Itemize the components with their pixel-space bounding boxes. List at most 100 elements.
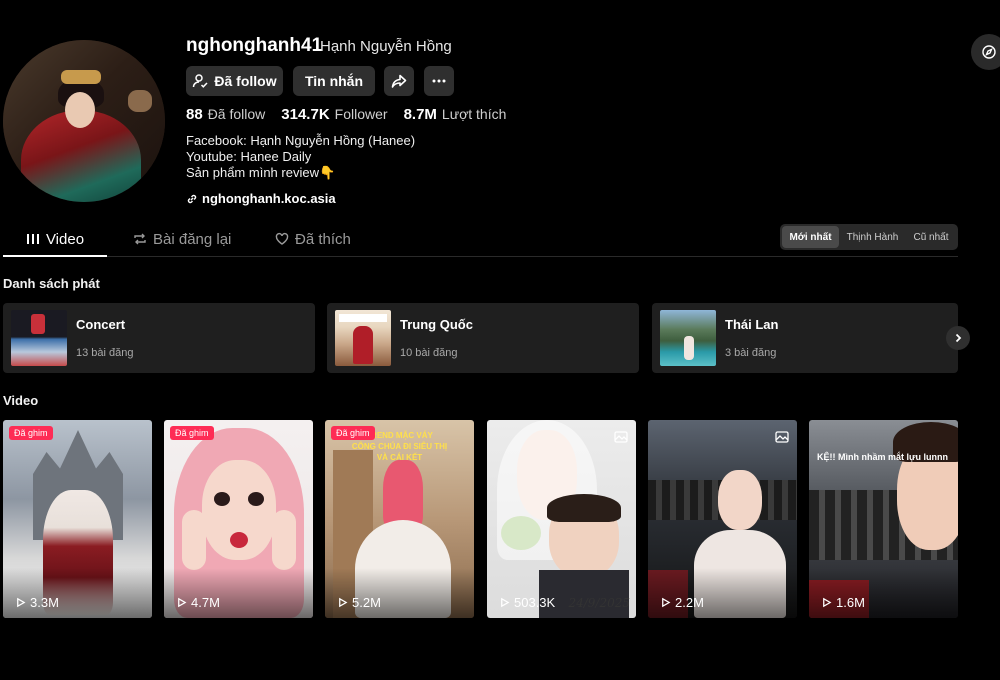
- avatar[interactable]: [3, 40, 165, 202]
- view-count: 5.2M: [337, 595, 381, 610]
- stat-likes: 8.7M Lượt thích: [404, 106, 507, 123]
- play-icon: [823, 597, 832, 608]
- video-shade: [164, 568, 313, 618]
- chevron-right-icon: [955, 333, 962, 343]
- video-flowers: [501, 516, 541, 550]
- stat-label: Lượt thích: [441, 106, 507, 122]
- video-card[interactable]: Đã ghim 3.3M: [3, 420, 152, 618]
- tab-video[interactable]: Video: [3, 222, 107, 257]
- play-icon: [178, 597, 187, 608]
- playlist-card[interactable]: Concert 13 bài đăng: [3, 303, 315, 373]
- thumbnail-figure: [684, 336, 694, 360]
- video-card[interactable]: Đã ghim 4.7M: [164, 420, 313, 618]
- view-count: 1.6M: [821, 595, 865, 610]
- video-eye: [214, 492, 230, 506]
- view-count: 3.3M: [15, 595, 59, 610]
- pinned-badge: Đã ghim: [170, 426, 214, 440]
- view-count-value: 5.2M: [352, 595, 381, 610]
- ellipsis-icon: [432, 79, 446, 83]
- playlists-heading: Danh sách phát: [3, 276, 100, 291]
- stat-following[interactable]: 88 Đã follow: [186, 106, 265, 123]
- avatar-lantern: [128, 90, 152, 112]
- videos-heading: Video: [3, 393, 39, 408]
- floating-action-button[interactable]: [971, 34, 1000, 70]
- play-icon: [662, 597, 671, 608]
- thumbnail-figure: [353, 326, 373, 364]
- bio: Facebook: Hạnh Nguyễn Hồng (Hanee) Youtu…: [186, 133, 415, 181]
- playlist-name: Thái Lan: [725, 317, 779, 332]
- playlist-thumbnail: [335, 310, 391, 366]
- repost-icon: [134, 233, 146, 245]
- playlist-card[interactable]: Trung Quốc 10 bài đăng: [327, 303, 639, 373]
- play-icon: [17, 597, 26, 608]
- video-bride: [718, 470, 762, 530]
- message-button[interactable]: Tin nhắn: [293, 66, 375, 96]
- avatar-crown: [61, 70, 101, 84]
- playlist-count: 13 bài đăng: [76, 347, 134, 359]
- share-icon: [391, 74, 407, 88]
- bio-line: Facebook: Hạnh Nguyễn Hồng (Hanee): [186, 133, 416, 148]
- video-hand: [272, 510, 296, 570]
- video-hand: [182, 510, 206, 570]
- playlist-name: Trung Quốc: [400, 317, 473, 332]
- user-check-icon: [193, 74, 208, 88]
- message-button-label: Tin nhắn: [304, 73, 364, 89]
- view-count-value: 503.3K: [514, 595, 556, 610]
- video-mouth: [230, 532, 248, 548]
- bio-line: Youtube: Hanee Daily: [186, 149, 312, 164]
- tab-label: Bài đăng lại: [153, 230, 232, 248]
- sort-popular[interactable]: Thịnh Hành: [839, 226, 906, 248]
- tab-label: Video: [45, 230, 85, 248]
- link-icon: [187, 194, 197, 203]
- view-count-value: 2.2M: [675, 595, 704, 610]
- stat-label: Đã follow: [207, 106, 266, 122]
- play-icon: [339, 597, 348, 608]
- view-count: 4.7M: [176, 595, 220, 610]
- following-button-label: Đã follow: [214, 73, 277, 89]
- photo-gallery-icon: [614, 430, 628, 443]
- stat-value: 8.7M: [403, 106, 437, 123]
- video-eye: [248, 492, 264, 506]
- play-icon: [501, 597, 510, 608]
- profile-link[interactable]: nghonghanh.koc.asia: [186, 191, 336, 206]
- video-shade: [648, 568, 797, 618]
- following-button[interactable]: Đã follow: [186, 66, 283, 96]
- thumbnail-caption: [339, 314, 387, 322]
- view-count-value: 3.3M: [30, 595, 59, 610]
- video-card[interactable]: KỆ!! Mình nhầm mắt lựu lunnn 1.6M: [809, 420, 958, 618]
- view-count: 503.3K: [499, 595, 555, 610]
- profile-link-text: nghonghanh.koc.asia: [202, 191, 336, 206]
- playlist-thumbnail: [660, 310, 716, 366]
- sort-toggle: Mới nhất Thịnh Hành Cũ nhất: [780, 224, 958, 250]
- playlist-next-button[interactable]: [946, 326, 970, 350]
- stat-value: 88: [186, 106, 203, 123]
- playlist-card[interactable]: Thái Lan 3 bài đăng: [652, 303, 958, 373]
- pinned-badge: Đã ghim: [9, 426, 53, 440]
- playlist-name: Concert: [76, 317, 126, 332]
- profile-stats: 88 Đã follow 314.7K Follower 8.7M Lượt thíc…: [186, 106, 506, 123]
- video-caption-line: CÔNG CHÚA ĐI SIÊU THỊ: [351, 442, 448, 451]
- nickname: Hạnh Nguyễn Hồng: [320, 38, 452, 55]
- stat-label: Follower: [334, 106, 388, 122]
- tab-liked[interactable]: Đã thích: [275, 222, 351, 256]
- playlist-count: 3 bài đăng: [725, 347, 777, 359]
- video-shade: [3, 568, 152, 618]
- photo-gallery-icon: [775, 430, 789, 443]
- video-card[interactable]: TREND MẶC VÁY CÔNG CHÚA ĐI SIÊU THỊ VÀ C…: [325, 420, 474, 618]
- tab-label: Đã thích: [295, 230, 351, 248]
- video-card[interactable]: 24/9/2025 503.3K: [487, 420, 636, 618]
- video-suit: [539, 570, 629, 618]
- playlist-count: 10 bài đăng: [400, 347, 458, 359]
- more-options-button[interactable]: [424, 66, 454, 96]
- sort-oldest[interactable]: Cũ nhất: [906, 226, 956, 248]
- stat-followers[interactable]: 314.7K Follower: [281, 106, 387, 123]
- view-count-value: 1.6M: [836, 595, 865, 610]
- video-caption: KỆ!! Mình nhầm mắt lựu lunnn: [817, 452, 949, 462]
- heart-icon: [275, 232, 289, 245]
- tab-repost[interactable]: Bài đăng lại: [133, 222, 231, 256]
- video-card[interactable]: 2.2M: [648, 420, 797, 618]
- share-button[interactable]: [384, 66, 414, 96]
- view-count: 2.2M: [660, 595, 704, 610]
- video-shade: [325, 568, 474, 618]
- sort-newest[interactable]: Mới nhất: [782, 226, 839, 248]
